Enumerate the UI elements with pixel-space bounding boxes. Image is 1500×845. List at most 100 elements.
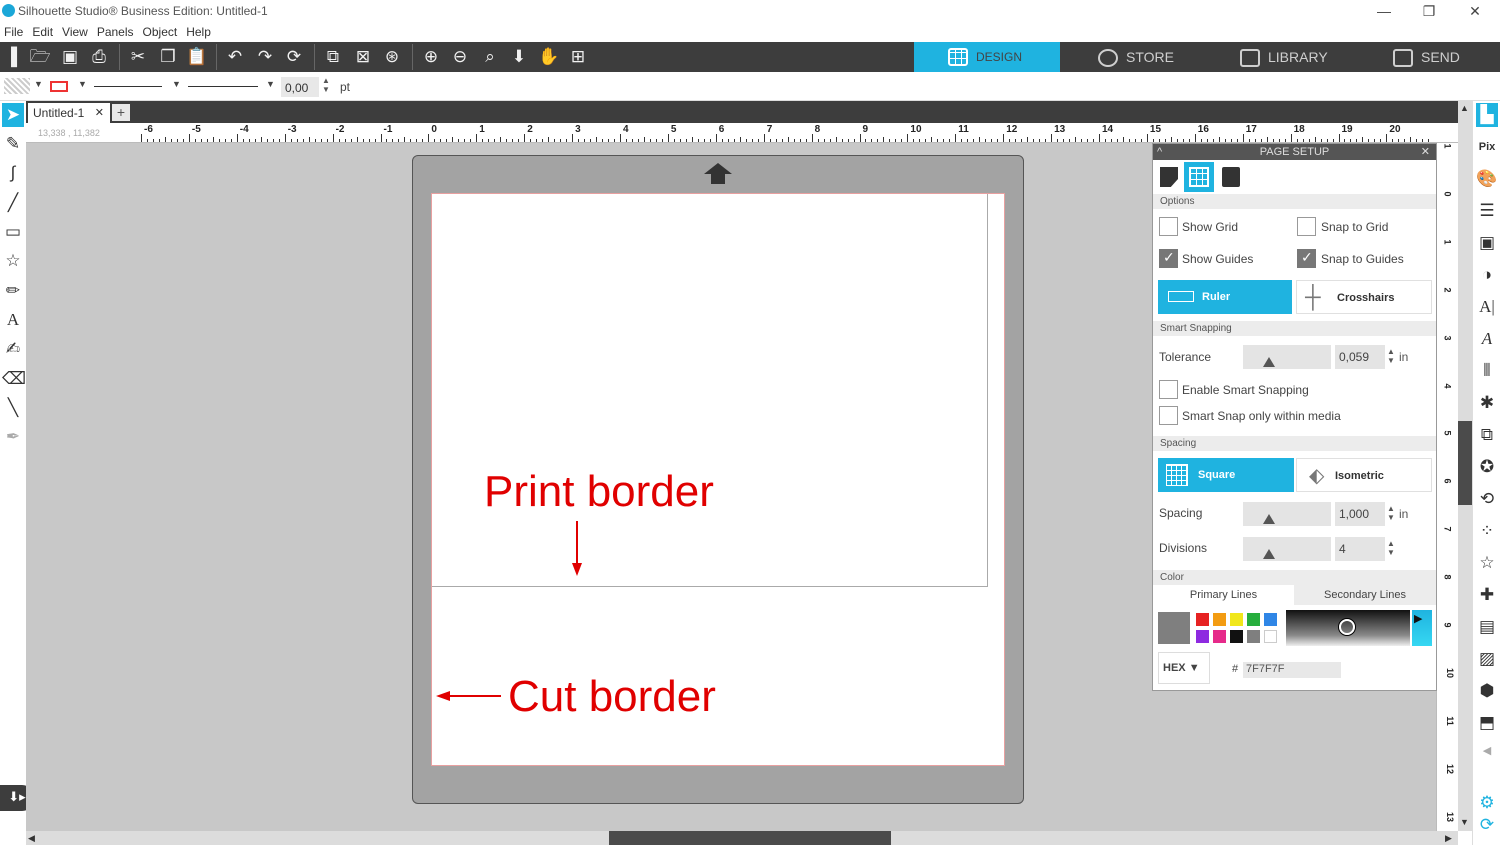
zoom-in-icon[interactable]: ⊕ (420, 46, 442, 68)
line-color-dropdown-icon[interactable]: ▼ (78, 79, 87, 89)
close-tab-icon[interactable]: ✕ (95, 106, 104, 119)
transform-panel-icon[interactable]: ✱ (1476, 391, 1498, 415)
align-panel-icon[interactable]: ⫴ (1476, 359, 1498, 383)
spacing-input[interactable]: 1,000 (1335, 502, 1385, 526)
color-picker-handle[interactable] (1339, 619, 1355, 635)
square-grid-button[interactable]: Square (1158, 458, 1294, 492)
snap-to-guides-checkbox[interactable] (1297, 249, 1316, 268)
color-swatch[interactable] (1264, 613, 1277, 626)
line-color-swatch[interactable] (50, 81, 68, 92)
fill-color-panel-icon[interactable]: 🎨 (1476, 167, 1498, 191)
modify-panel-icon[interactable]: ⧉ (1476, 423, 1498, 447)
tab-design[interactable]: DESIGN (914, 42, 1060, 72)
show-grid-checkbox[interactable] (1159, 217, 1178, 236)
fill-pattern-panel-icon[interactable]: ▣ (1476, 231, 1498, 255)
tab-secondary-lines[interactable]: Secondary Lines (1294, 585, 1436, 605)
color-format-dropdown[interactable]: HEX ▼ (1158, 652, 1210, 684)
tab-primary-lines[interactable]: Primary Lines (1153, 585, 1294, 605)
snap-to-grid-checkbox[interactable] (1297, 217, 1316, 236)
tab-library[interactable]: LIBRARY (1240, 42, 1328, 72)
redo-icon[interactable]: ↷ (254, 46, 276, 68)
minimize-button[interactable]: — (1369, 2, 1399, 20)
menu-view[interactable]: View (58, 22, 93, 39)
line-tool-icon[interactable]: ╱ (2, 191, 24, 215)
open-folder-icon[interactable]: 🗁 (29, 46, 51, 68)
color-swatch[interactable] (1264, 630, 1277, 643)
crosshairs-mode-button[interactable]: ┼ Crosshairs (1296, 280, 1432, 314)
spacing-slider[interactable] (1243, 502, 1331, 526)
divisions-input[interactable]: 4 (1335, 537, 1385, 561)
zoom-select-icon[interactable]: ⌕ (479, 46, 501, 68)
horizontal-scroll-thumb[interactable] (609, 831, 891, 845)
color-swatch[interactable] (1196, 630, 1209, 643)
zoom-out-icon[interactable]: ⊖ (449, 46, 471, 68)
fill-dropdown-icon[interactable]: ▼ (34, 79, 43, 89)
page-setup-panel-icon[interactable]: ▙ (1476, 103, 1498, 127)
restore-button[interactable]: ❐ (1414, 2, 1444, 20)
sketch-tool-icon[interactable]: ✍ (2, 337, 24, 361)
tab-store[interactable]: STORE (1098, 42, 1174, 72)
rectangle-tool-icon[interactable]: ▭ (2, 220, 24, 244)
horizontal-scrollbar[interactable]: ◀ ▶ (26, 831, 1458, 845)
panel-header[interactable]: ^ PAGE SETUP ✕ (1153, 144, 1436, 160)
line-style-sample[interactable] (94, 86, 162, 87)
ruler-mode-button[interactable]: Ruler (1158, 280, 1292, 314)
nest-panel-icon[interactable]: ⬢ (1476, 679, 1498, 703)
menu-help[interactable]: Help (182, 22, 216, 39)
more-panels-icon[interactable]: ◀ (1476, 739, 1498, 763)
tab-grid-icon[interactable] (1184, 162, 1214, 192)
3d-panel-icon[interactable]: ⬒ (1476, 711, 1498, 735)
select-tool-icon[interactable]: ➤ (2, 103, 24, 127)
hex-value-input[interactable]: 7F7F7F (1243, 662, 1341, 678)
undo-icon[interactable]: ↶ (224, 46, 246, 68)
color-swatch[interactable] (1230, 613, 1243, 626)
scroll-right-icon[interactable]: ▶ (1445, 833, 1452, 844)
tab-transparency-icon[interactable] (1219, 164, 1243, 190)
cut-icon[interactable]: ✂ (127, 46, 149, 68)
knife-tool-icon[interactable]: ╲ (2, 396, 24, 420)
deselect-icon[interactable]: ⊠ (352, 46, 374, 68)
menu-object[interactable]: Object (139, 22, 183, 39)
smart-snap-media-checkbox[interactable] (1159, 406, 1178, 425)
menu-panels[interactable]: Panels (93, 22, 139, 39)
color-swatch[interactable] (1230, 630, 1243, 643)
redraw-icon[interactable]: ⟳ (283, 46, 305, 68)
line-join-sample[interactable] (188, 86, 258, 87)
new-document-icon[interactable]: ▐ (0, 46, 22, 68)
copy-icon[interactable]: ❐ (157, 46, 179, 68)
fit-to-page-icon[interactable]: ⊞ (567, 46, 589, 68)
tolerance-input[interactable]: 0,059 (1335, 345, 1385, 369)
eyedropper-tool-icon[interactable]: ✒ (2, 425, 24, 449)
enable-smart-snapping-checkbox[interactable] (1159, 380, 1178, 399)
tolerance-spinner[interactable]: ▲ ▼ (1387, 347, 1395, 365)
save-icon[interactable]: ▣ (59, 46, 81, 68)
star-shapes-panel-icon[interactable]: ☆ (1476, 551, 1498, 575)
point-edit-tool-icon[interactable]: ✎ (2, 132, 24, 156)
line-style-dropdown-icon[interactable]: ▼ (172, 79, 181, 89)
color-swatch[interactable] (1247, 613, 1260, 626)
sync-icon[interactable]: ⟳ (1476, 813, 1498, 837)
eraser-tool-icon[interactable]: ⌫ (2, 367, 26, 391)
vertical-scrollbar[interactable]: ▲ ▼ (1458, 101, 1472, 831)
puzzle-panel-icon[interactable]: ✚ (1476, 583, 1498, 607)
text-to-path-panel-icon[interactable]: A (1476, 327, 1498, 351)
close-panel-icon[interactable]: ✕ (1421, 144, 1430, 160)
tab-media-icon[interactable] (1157, 164, 1181, 190)
menu-file[interactable]: File (0, 22, 28, 39)
freehand-tool-icon[interactable]: ✏ (2, 279, 24, 303)
polygon-tool-icon[interactable]: ☆ (2, 249, 24, 273)
print-icon[interactable]: ⎙ (88, 46, 110, 68)
scroll-down-icon[interactable]: ▼ (1460, 817, 1469, 827)
scroll-up-icon[interactable]: ▲ (1460, 103, 1469, 113)
text-style-panel-icon[interactable]: A| (1476, 295, 1498, 319)
move-down-icon[interactable]: ⬇ (508, 46, 530, 68)
trace-panel-icon[interactable]: ⁘ (1476, 519, 1498, 543)
favorites-panel-icon[interactable]: ✪ (1476, 455, 1498, 479)
tolerance-slider[interactable] (1243, 345, 1331, 369)
layers-panel-icon[interactable]: ▤ (1476, 615, 1498, 639)
show-guides-checkbox[interactable] (1159, 249, 1178, 268)
color-swatch[interactable] (1213, 630, 1226, 643)
close-window-button[interactable]: ✕ (1460, 2, 1490, 20)
hatch-panel-icon[interactable]: ▨ (1476, 647, 1498, 671)
fill-pattern-swatch[interactable] (4, 78, 30, 94)
